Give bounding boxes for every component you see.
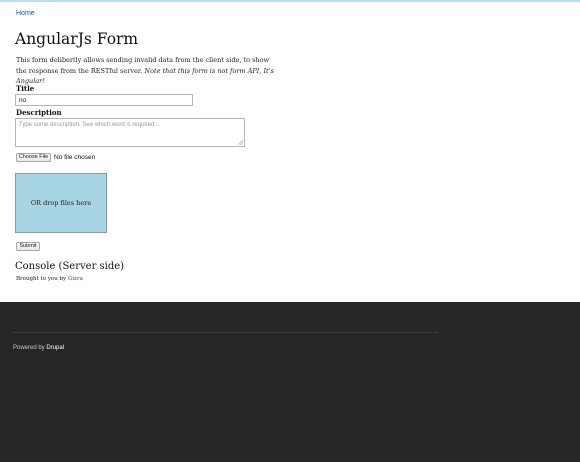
- description-textarea[interactable]: Type some description. See which word is…: [15, 118, 245, 147]
- title-input[interactable]: no: [15, 94, 193, 106]
- console-heading: Console (Server side): [15, 261, 125, 272]
- submit-button[interactable]: Submit: [16, 242, 40, 251]
- description-label: Description: [16, 108, 62, 117]
- powered-prefix: Powered by: [13, 345, 45, 351]
- choose-file-button[interactable]: Choose File: [16, 153, 51, 162]
- resize-grip-icon[interactable]: [238, 140, 243, 145]
- drop-zone-label: OR drop files here: [30, 199, 92, 207]
- page-content: Home AngularJs Form This form delibertly…: [0, 0, 580, 302]
- footer-divider: [13, 332, 438, 333]
- drupal-link[interactable]: Drupal: [46, 345, 64, 351]
- page-title: AngularJs Form: [15, 30, 139, 48]
- breadcrumb-home-link[interactable]: Home: [16, 10, 35, 17]
- intro-text: This form delibertly allows sending inva…: [16, 55, 278, 87]
- file-status: No file chosen: [54, 154, 96, 161]
- footer: Powered by Drupal: [0, 302, 580, 462]
- title-label: Title: [16, 84, 35, 93]
- description-placeholder: Type some description. See which word is…: [19, 122, 160, 128]
- file-drop-zone[interactable]: OR drop files here: [15, 173, 107, 233]
- credit-prefix: Brought to you by: [16, 276, 67, 282]
- powered-by: Powered by Drupal: [13, 345, 64, 351]
- credit-line: Brought to you by Gizra: [16, 276, 83, 282]
- gizra-link[interactable]: Gizra: [68, 276, 83, 282]
